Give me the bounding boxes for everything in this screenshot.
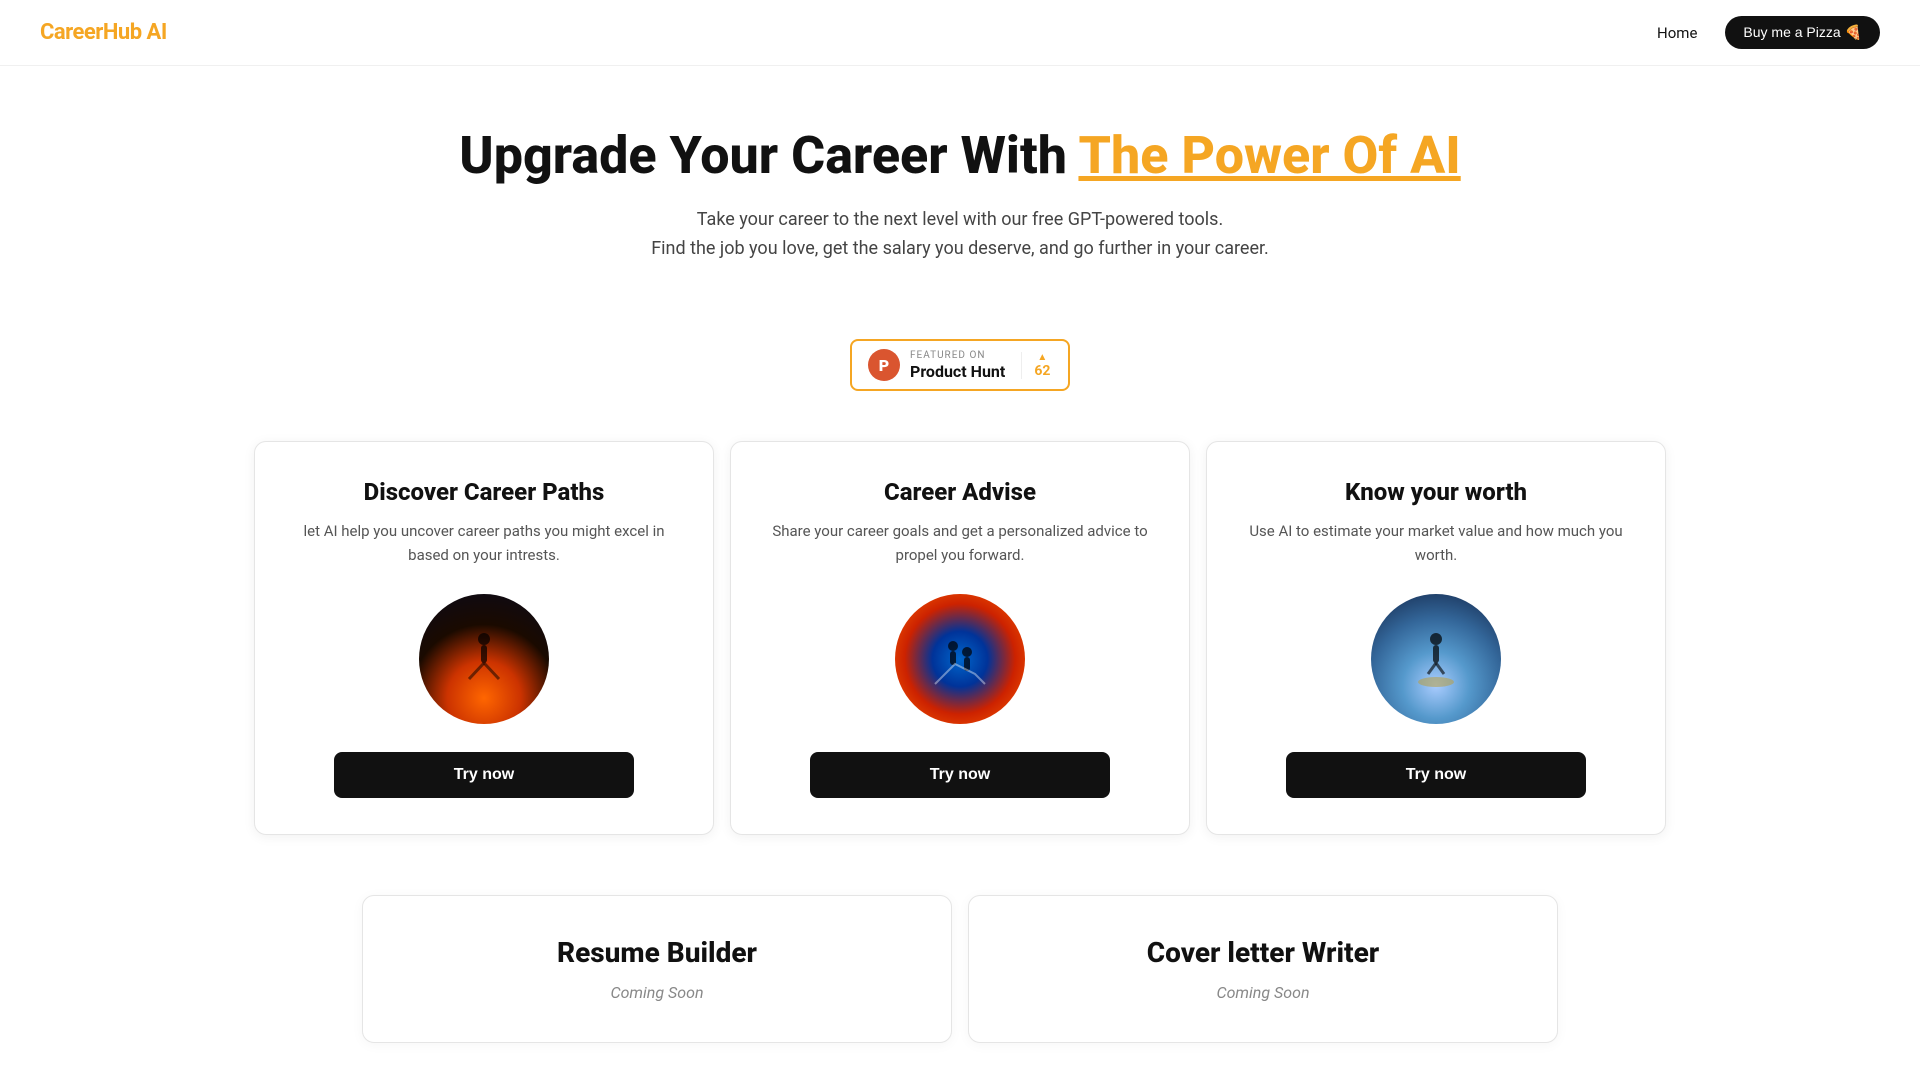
- nav-right: Home Buy me a Pizza 🍕: [1657, 16, 1880, 49]
- card3-illustration: [1401, 624, 1471, 694]
- ph-votes: ▲ 62: [1021, 352, 1050, 379]
- ph-featured-label: FEATURED ON: [910, 350, 1005, 362]
- hero-subtitle-line2: Find the job you love, get the salary yo…: [20, 235, 1900, 264]
- card2-description: Share your career goals and get a person…: [759, 520, 1161, 570]
- bottom-cards: Resume Builder Coming Soon Cover letter …: [0, 895, 1920, 1043]
- bottom-card-resume: Resume Builder Coming Soon: [362, 895, 952, 1043]
- feature-cards: Discover Career Paths let AI help you un…: [0, 441, 1920, 835]
- hero-subtitle: Take your career to the next level with …: [20, 206, 1900, 264]
- logo-highlight: AI: [147, 20, 167, 45]
- card1-description: let AI help you uncover career paths you…: [283, 520, 685, 570]
- ph-vote-count: 62: [1034, 363, 1050, 379]
- card1-illustration: [449, 624, 519, 694]
- card-career-paths: Discover Career Paths let AI help you un…: [254, 441, 714, 835]
- bottom-card-cover-letter: Cover letter Writer Coming Soon: [968, 895, 1558, 1043]
- card3-title: Know your worth: [1345, 478, 1527, 506]
- resume-title: Resume Builder: [391, 936, 923, 969]
- ph-logo: P: [868, 349, 900, 381]
- hero-title-highlight: The Power Of AI: [1078, 125, 1460, 186]
- product-hunt-badge[interactable]: P FEATURED ON Product Hunt ▲ 62: [850, 339, 1070, 391]
- logo-text: CareerHub: [40, 20, 142, 45]
- home-link[interactable]: Home: [1657, 24, 1697, 42]
- card2-image: [895, 594, 1025, 724]
- card1-image: [419, 594, 549, 724]
- card1-title: Discover Career Paths: [364, 478, 605, 506]
- card2-try-button[interactable]: Try now: [810, 752, 1110, 798]
- logo: CareerHub AI: [40, 20, 167, 45]
- card3-image: [1371, 594, 1501, 724]
- card-know-worth: Know your worth Use AI to estimate your …: [1206, 441, 1666, 835]
- hero-title-prefix: Upgrade Your Career With: [459, 125, 1067, 186]
- hero-title: Upgrade Your Career With The Power Of AI: [20, 126, 1900, 186]
- product-hunt-section: P FEATURED ON Product Hunt ▲ 62: [0, 339, 1920, 391]
- hero-subtitle-line1: Take your career to the next level with …: [20, 206, 1900, 235]
- pizza-button[interactable]: Buy me a Pizza 🍕: [1725, 16, 1880, 49]
- ph-text-block: FEATURED ON Product Hunt: [910, 350, 1005, 381]
- resume-status: Coming Soon: [391, 983, 923, 1002]
- card2-title: Career Advise: [884, 478, 1036, 506]
- hero-section: Upgrade Your Career With The Power Of AI…: [0, 66, 1920, 303]
- ph-name: Product Hunt: [910, 362, 1005, 381]
- card1-try-button[interactable]: Try now: [334, 752, 634, 798]
- navbar: CareerHub AI Home Buy me a Pizza 🍕: [0, 0, 1920, 66]
- card-career-advise: Career Advise Share your career goals an…: [730, 441, 1190, 835]
- cover-letter-status: Coming Soon: [997, 983, 1529, 1002]
- ph-arrow-icon: ▲: [1037, 352, 1047, 363]
- card2-illustration: [925, 624, 995, 694]
- card3-try-button[interactable]: Try now: [1286, 752, 1586, 798]
- cover-letter-title: Cover letter Writer: [997, 936, 1529, 969]
- card3-description: Use AI to estimate your market value and…: [1235, 520, 1637, 570]
